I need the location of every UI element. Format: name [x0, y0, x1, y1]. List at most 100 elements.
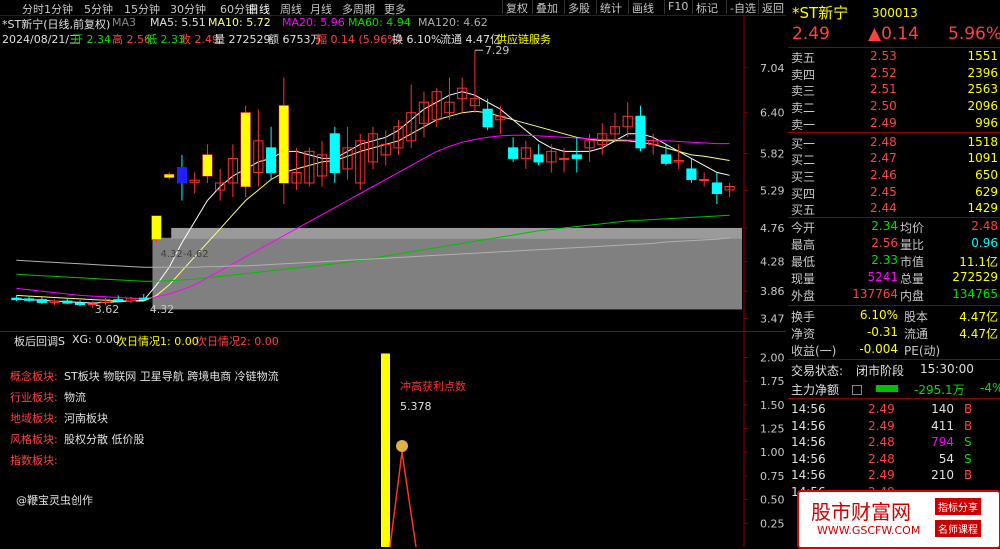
stat-label-2: 市值: [900, 255, 925, 269]
flow-bar: [876, 385, 898, 392]
tab-timeframe-4[interactable]: 30分钟: [170, 1, 206, 17]
ask-row[interactable]: 卖五 2.53 1551: [788, 49, 1000, 65]
candle-body: [11, 297, 22, 301]
level-volume: 1551: [967, 49, 998, 63]
watermark-url: WWW.GSCFW.COM: [817, 524, 921, 537]
stat-label-2: 量比: [900, 238, 925, 252]
tab-timeframe-2[interactable]: 5分钟: [84, 1, 113, 17]
toolbar-button-4[interactable]: 画线: [628, 0, 657, 15]
toolbar-button-0[interactable]: 复权: [502, 0, 531, 15]
level-price: 2.44: [870, 201, 897, 216]
stat-label-2: 流通: [904, 327, 929, 341]
tab-timeframe-6[interactable]: 日线: [248, 1, 270, 17]
level-label: 买一: [791, 136, 816, 151]
tab-timeframe-8[interactable]: 月线: [310, 1, 332, 17]
toolbar-button-6[interactable]: 标记: [692, 0, 721, 15]
stats2-divider: [788, 305, 1000, 306]
level-price: 2.52: [870, 65, 897, 80]
tick-side: S: [964, 451, 972, 466]
stat-label: 换手: [791, 310, 816, 324]
creator-label: @鞭宝灵虫创作: [16, 494, 93, 507]
ask-row[interactable]: 卖四 2.52 2396: [788, 66, 1000, 82]
bid-row[interactable]: 买一 2.48 1518: [788, 135, 1000, 151]
tab-timeframe-1[interactable]: 1分钟: [44, 1, 73, 17]
candle-highlight: [202, 154, 213, 176]
bid-row[interactable]: 买二 2.47 1091: [788, 151, 1000, 167]
tab-timeframe-3[interactable]: 15分钟: [124, 1, 160, 17]
tab-timeframe-7[interactable]: 周线: [280, 1, 302, 17]
stat-row: 最低 2.33 市值 11.1亿: [788, 253, 1000, 269]
tick-price: 2.49: [868, 468, 895, 482]
tick-row: 14:56 2.48 794 S: [788, 435, 1000, 451]
level-price: 2.47: [870, 151, 897, 166]
bid-row[interactable]: 买三 2.46 650: [788, 168, 1000, 184]
tick-volume: 54: [938, 451, 954, 466]
status-value: 闭市阶段: [856, 364, 905, 378]
bid-row[interactable]: 买五 2.44 1429: [788, 201, 1000, 217]
flow-pct: -4%: [980, 381, 1000, 395]
tick-volume: 794: [931, 435, 954, 449]
stat-row: 现量 5241 总量 272529: [788, 270, 1000, 286]
tab-timeframe-9[interactable]: 多周期: [342, 1, 375, 17]
tick-side: B: [964, 418, 973, 433]
watermark-tag1: 指标分享: [935, 498, 981, 515]
candle-body: [329, 133, 340, 173]
toolbar-button-1[interactable]: 叠加: [532, 0, 561, 15]
stock-code: 300013: [872, 6, 918, 20]
candle-body: [699, 178, 710, 181]
sector-info: 概念板块: ST板块 物联网 卫星导航 跨境电商 冷链物流 行业板块: 物流 地…: [0, 368, 380, 508]
stat2-row: 收益(一) -0.004 PE(动): [788, 342, 1000, 358]
candle-body: [74, 302, 86, 306]
tab-timeframe-10[interactable]: 更多: [384, 1, 406, 17]
stat-value: 2.33: [871, 253, 898, 267]
toolbar-button-5[interactable]: F10: [664, 0, 691, 14]
tab-timeframe-0[interactable]: 分时: [22, 1, 44, 17]
status-time: 15:30:00: [920, 362, 974, 376]
stat-label: 外盘: [791, 289, 816, 303]
tick-time: 14:56: [791, 435, 826, 449]
panel-divider: [788, 47, 1000, 48]
candle-body: [635, 115, 646, 149]
price-change: ▲0.14: [868, 24, 919, 44]
level-label: 卖一: [791, 117, 816, 132]
stat-value: 6.10%: [859, 308, 898, 322]
level-label: 卖四: [791, 67, 816, 82]
level-label: 卖二: [791, 101, 816, 116]
indicator-tick-label: 0.25: [760, 517, 785, 530]
toolbar-button-3[interactable]: 统计: [596, 0, 625, 15]
tick-side: B: [964, 468, 973, 482]
level-volume: 1429: [967, 201, 998, 216]
price-tick-label: 6.40: [760, 107, 785, 120]
bid-row[interactable]: 买四 2.45 629: [788, 185, 1000, 201]
ask-row[interactable]: 卖三 2.51 2563: [788, 82, 1000, 98]
toolbar-button-7[interactable]: -自选: [726, 0, 759, 15]
indicator-tick-label: 1.50: [760, 399, 785, 412]
price-row: 2.49 ▲0.14 5.96%: [788, 24, 1000, 46]
industry-value: 物流: [64, 391, 86, 404]
stat-value: 2.56: [871, 236, 898, 250]
style-value: 股权分散 低价股: [64, 433, 145, 446]
flow-label: 主力净额: [791, 383, 840, 397]
candle-highlight: [164, 174, 174, 178]
level-label: 卖五: [791, 51, 816, 65]
ask-row[interactable]: 卖二 2.50 2096: [788, 99, 1000, 115]
indicator-tick-label: 1.00: [760, 446, 785, 459]
level-volume: 1518: [967, 134, 998, 149]
candlestick-chart[interactable]: 7.04 6.40 5.82 5.29 4.76 4.28 3.86 3.47 7.29 3.62…: [0, 16, 786, 331]
ask-row[interactable]: 卖一 2.49 996: [788, 116, 1000, 132]
price-tick-label: 5.29: [760, 185, 785, 198]
status-label: 交易状态:: [791, 364, 844, 378]
level-price: 2.49: [870, 115, 897, 130]
level-price: 2.45: [870, 184, 897, 199]
level-volume: 629: [975, 184, 998, 199]
stat-value-2: 11.1亿: [959, 255, 998, 269]
level-price: 2.53: [870, 49, 897, 63]
stat-row: 最高 2.56 量比 0.96: [788, 236, 1000, 252]
stat-label-2: 均价: [900, 221, 925, 235]
tick-time: 14:56: [791, 418, 826, 433]
toolbar-button-8[interactable]: 返回: [758, 0, 787, 15]
level-label: 买二: [791, 153, 816, 168]
tick-volume: 411: [931, 418, 954, 433]
toolbar-button-2[interactable]: 多股: [564, 0, 593, 15]
stat-value-2: 4.47亿: [959, 310, 998, 324]
